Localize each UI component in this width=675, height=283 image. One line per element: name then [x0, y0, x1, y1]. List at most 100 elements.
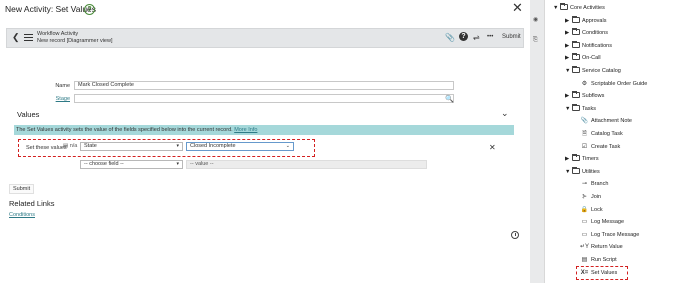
- folder-icon: [572, 65, 580, 73]
- side-toolbar-strip: ◉ ⎘: [530, 0, 544, 283]
- tree-item-label: Tasks: [582, 105, 597, 112]
- info-text: The Set Values activity sets the value o…: [16, 127, 233, 133]
- choose-field-placeholder: -- choose field --: [84, 161, 124, 167]
- tree-item-label: Subflows: [582, 93, 605, 100]
- value-select[interactable]: Closed Incomplete ⌄: [186, 142, 294, 151]
- value-select-value: Closed Incomplete: [190, 143, 236, 149]
- clock-icon[interactable]: [511, 231, 519, 239]
- header-submit-button[interactable]: Submit: [502, 34, 521, 40]
- expand-triangle-icon[interactable]: ▼: [565, 66, 572, 77]
- return-value-icon: ↵Y: [580, 244, 590, 251]
- tree-item-label: Log Trace Message: [591, 231, 640, 238]
- help-icon[interactable]: ?: [84, 4, 95, 15]
- workflow-header-bar: ❮ Workflow Activity New record [Diagramm…: [6, 28, 524, 48]
- tree-item-label: Service Catalog: [582, 67, 621, 74]
- tree-folder-approvals[interactable]: ▶ Approvals: [565, 15, 606, 27]
- hamburger-menu-icon[interactable]: [24, 34, 33, 41]
- tree-folder-on-call[interactable]: ▶ On-Call: [565, 53, 601, 64]
- collapse-triangle-icon[interactable]: ▶: [565, 154, 572, 165]
- info-message-bar: The Set Values activity sets the value o…: [14, 125, 514, 135]
- tree-activity-branch[interactable]: ⊸ Branch: [580, 179, 608, 190]
- chevron-down-icon: ⌄: [285, 143, 290, 149]
- choose-field-select[interactable]: -- choose field -- ▾: [80, 160, 183, 169]
- collapse-triangle-icon[interactable]: ▶: [565, 41, 572, 52]
- caret-down-icon: ▾: [176, 143, 179, 149]
- tree-activity-create-task[interactable]: ☑ Create Task: [580, 142, 620, 153]
- tree-activity-run-script[interactable]: ▤ Run Script: [580, 255, 617, 266]
- tree-root-core-activities[interactable]: ▼ Core Activities: [553, 3, 605, 14]
- folder-icon: [572, 91, 580, 99]
- tree-folder-subflows[interactable]: ▶ Subflows: [565, 91, 604, 102]
- tree-folder-timers[interactable]: ▶ Timers: [565, 154, 599, 165]
- catalog-task-icon: 🗎: [582, 130, 587, 137]
- more-info-link[interactable]: More Info: [234, 127, 257, 133]
- tree-item-label: Lock: [591, 206, 603, 213]
- collapse-triangle-icon[interactable]: ▶: [565, 28, 572, 39]
- conditions-link[interactable]: Conditions: [9, 212, 35, 218]
- tree-folder-utilities[interactable]: ▼ Utilities: [565, 166, 600, 178]
- tree-activity-log-message[interactable]: ▭ Log Message: [580, 217, 624, 228]
- tree-item-label: Create Task: [591, 143, 621, 150]
- folder-icon: [572, 53, 580, 61]
- tree-item-label: Join: [591, 193, 602, 200]
- tree-folder-notifications[interactable]: ▶ Notifications: [565, 40, 612, 52]
- chevron-down-icon[interactable]: ⌄: [501, 108, 509, 119]
- tree-item-label: Conditions: [582, 30, 608, 37]
- workflow-subtitle: New record [Diagrammer view]: [37, 38, 113, 44]
- tree-activity-attachment-note[interactable]: 📎 Attachment Note: [580, 116, 632, 127]
- related-links-title: Related Links: [9, 199, 55, 208]
- close-icon[interactable]: ✕: [512, 1, 523, 15]
- tree-folder-tasks[interactable]: ▼ Tasks: [565, 103, 597, 115]
- tree-activity-catalog-task[interactable]: 🗎 Catalog Task: [580, 129, 623, 140]
- scriptable-order-guide-icon: ⚙: [581, 80, 588, 87]
- tree-activity-lock[interactable]: 🔒 Lock: [580, 205, 603, 216]
- expand-triangle-icon[interactable]: ▼: [565, 167, 572, 178]
- folder-icon: [572, 15, 580, 23]
- tree-item-label: Run Script: [591, 256, 617, 263]
- tree-activity-log-trace-message[interactable]: ▭ Log Trace Message: [580, 230, 640, 241]
- stage-label-link[interactable]: Stage: [40, 96, 70, 102]
- expand-triangle-icon[interactable]: ▼: [553, 3, 560, 14]
- settings-sliders-icon[interactable]: ⇌: [473, 33, 480, 42]
- name-input[interactable]: Mark Closed Complete: [74, 81, 454, 90]
- field-select-value: State: [84, 143, 97, 149]
- field-select[interactable]: State ▾: [80, 142, 183, 151]
- stage-input[interactable]: [74, 94, 454, 103]
- tree-item-label: Branch: [591, 181, 609, 188]
- workflow-title: Workflow Activity: [37, 31, 79, 37]
- search-icon[interactable]: 🔍: [445, 95, 454, 103]
- more-options-icon[interactable]: •••: [487, 34, 493, 40]
- collapse-triangle-icon[interactable]: ▶: [565, 16, 572, 27]
- tree-activity-return-value[interactable]: ↵Y Return Value: [580, 242, 623, 253]
- collapse-triangle-icon[interactable]: ▶: [565, 53, 572, 64]
- tree-root-label: Core Activities: [570, 5, 605, 11]
- tree-item-label: Log Message: [591, 219, 625, 226]
- app-root: New Activity: Set Values ? ✕ ❮ Workflow …: [0, 0, 675, 283]
- lock-icon: 🔒: [580, 206, 589, 213]
- tree-folder-conditions[interactable]: ▶ Conditions: [565, 28, 608, 39]
- submit-button[interactable]: Submit: [9, 184, 35, 194]
- tree-item-label: On-Call: [582, 55, 601, 62]
- tree-folder-service-catalog[interactable]: ▼ Service Catalog: [565, 65, 621, 77]
- back-icon[interactable]: ❮: [12, 32, 20, 43]
- log-trace-message-icon: ▭: [581, 231, 588, 238]
- expand-triangle-icon[interactable]: ▼: [565, 104, 572, 115]
- tree-item-label: Scriptable Order Guide: [591, 80, 648, 87]
- set-values-label: Set these values: [26, 145, 67, 151]
- eye-icon[interactable]: ◉: [533, 16, 538, 23]
- folder-icon: [572, 103, 580, 111]
- paperclip-icon[interactable]: 📎: [445, 33, 455, 42]
- tree-activity-scriptable-order-guide[interactable]: ⚙ Scriptable Order Guide: [580, 79, 647, 90]
- help-circle-icon[interactable]: ?: [459, 32, 468, 41]
- tree-item-label: Utilities: [582, 168, 600, 175]
- tree-item-label: Notifications: [582, 42, 612, 49]
- field-picker-icon[interactable]: ▤ n/a: [63, 143, 77, 149]
- folder-icon: [572, 28, 580, 36]
- modal-title: New Activity: Set Values: [5, 4, 97, 14]
- folder-icon: [572, 154, 580, 162]
- collapse-triangle-icon[interactable]: ▶: [565, 91, 572, 102]
- copy-icon[interactable]: ⎘: [533, 37, 538, 44]
- value-placeholder-input[interactable]: -- value --: [186, 160, 427, 169]
- remove-row-icon[interactable]: ✕: [489, 143, 496, 152]
- tree-activity-join[interactable]: ⊱ Join: [580, 192, 601, 203]
